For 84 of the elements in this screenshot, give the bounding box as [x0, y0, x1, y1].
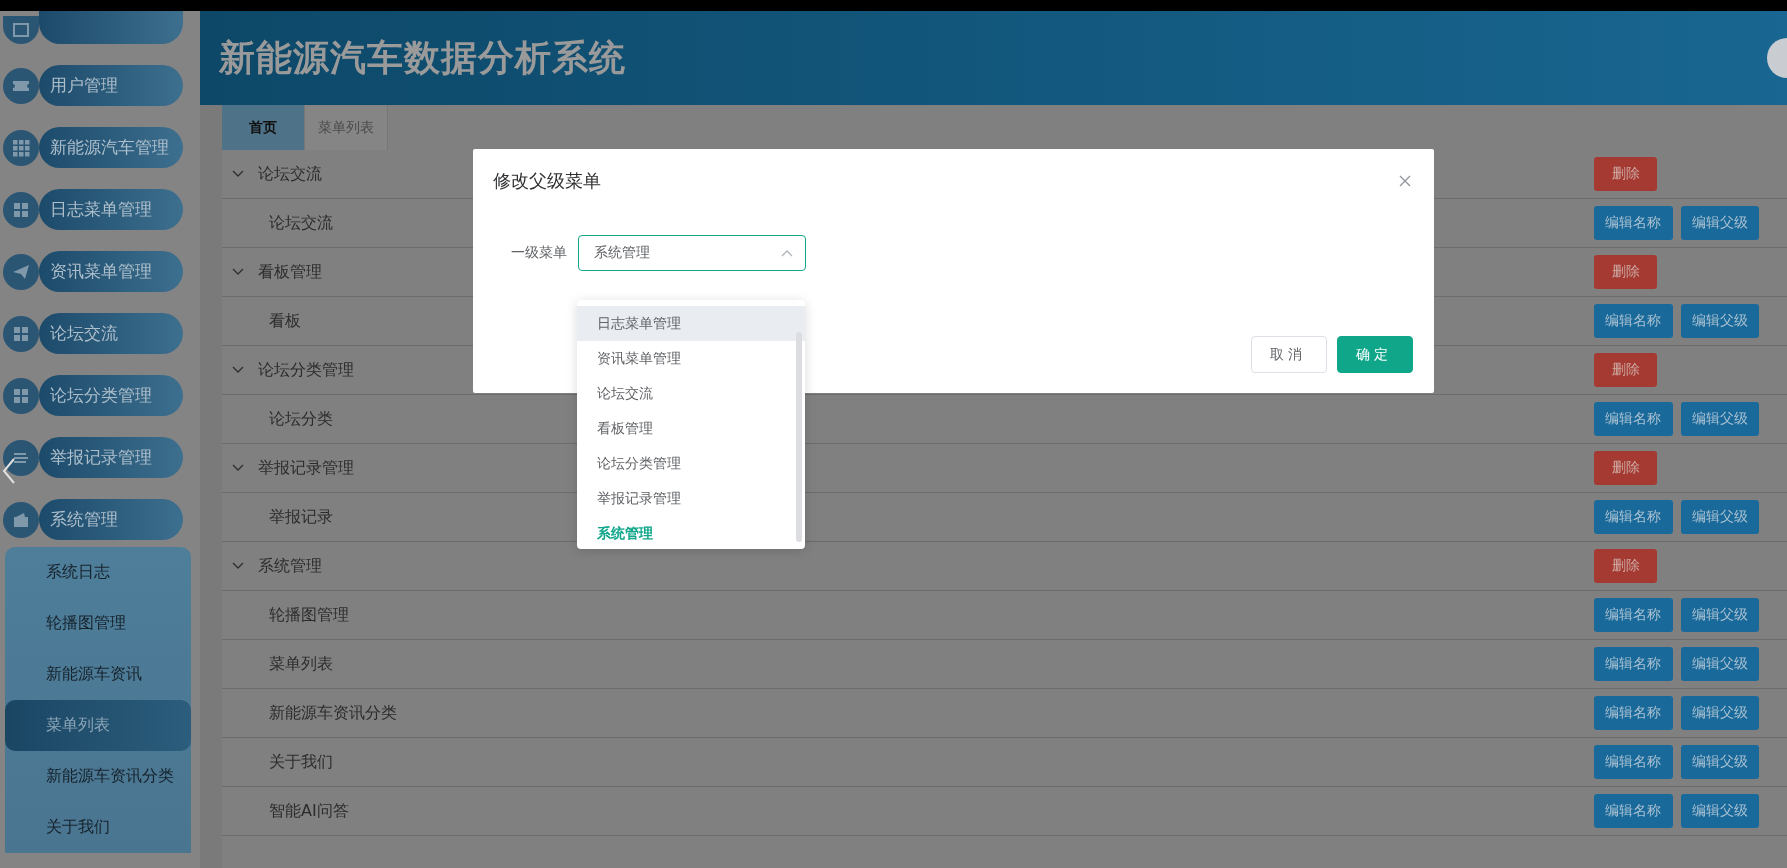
tab[interactable]: 菜单列表 [305, 105, 388, 150]
list-icon [3, 439, 39, 476]
submenu-item[interactable]: 菜单列表 [5, 700, 191, 751]
card-icon [3, 16, 39, 44]
table-cell: 论坛分类管理 [258, 359, 354, 381]
table-cell: 轮播图管理 [269, 604, 349, 626]
sidebar-item[interactable]: 论坛分类管理 [39, 375, 183, 416]
sidebar-item[interactable] [39, 11, 183, 44]
dropdown-option[interactable]: 系统管理 [577, 516, 805, 551]
confirm-button[interactable]: 确定 [1337, 336, 1413, 373]
grid-icon [3, 315, 39, 352]
edit-button[interactable]: 编辑名称 [1594, 696, 1673, 730]
edit-button[interactable]: 编辑父级 [1680, 500, 1759, 534]
submenu-item[interactable]: 新能源车资讯 [5, 649, 191, 700]
table-cell: 举报记录管理 [258, 457, 354, 479]
chevron-down-icon[interactable] [232, 268, 244, 276]
sidebar-item[interactable]: 系统管理 [39, 499, 183, 540]
dialog-title: 修改父级菜单 [493, 169, 601, 193]
table-cell: 论坛分类 [269, 408, 333, 430]
table-cell: 看板管理 [258, 261, 322, 283]
delete-button[interactable]: 删除 [1594, 157, 1657, 191]
delete-button[interactable]: 删除 [1594, 255, 1657, 289]
edit-button[interactable]: 编辑名称 [1594, 206, 1673, 240]
dropdown-option[interactable]: 看板管理 [577, 411, 805, 446]
cancel-button[interactable]: 取消 [1251, 336, 1327, 373]
grid-icon [3, 129, 39, 166]
edit-button[interactable]: 编辑名称 [1594, 304, 1673, 338]
chevron-down-icon[interactable] [232, 464, 244, 472]
submenu-item[interactable]: 新能源车资讯分类 [5, 751, 191, 802]
paper-plane-icon [3, 253, 39, 290]
delete-button[interactable]: 删除 [1594, 549, 1657, 583]
close-icon[interactable] [1399, 175, 1411, 187]
ticket-icon [3, 67, 39, 104]
submenu-item[interactable]: 关于我们 [5, 802, 191, 853]
edit-button[interactable]: 编辑父级 [1680, 647, 1759, 681]
sidebar-item[interactable]: 用户管理 [39, 65, 183, 106]
table-cell: 系统管理 [258, 555, 322, 577]
submenu-item[interactable]: 系统日志 [5, 547, 191, 598]
delete-button[interactable]: 删除 [1594, 353, 1657, 387]
edit-button[interactable]: 编辑父级 [1680, 402, 1759, 436]
edit-button[interactable]: 编辑父级 [1680, 598, 1759, 632]
edit-button[interactable]: 编辑名称 [1594, 647, 1673, 681]
dropdown-option[interactable]: 论坛交流 [577, 376, 805, 411]
edit-button[interactable]: 编辑名称 [1594, 402, 1673, 436]
dropdown-option[interactable]: 资讯菜单管理 [577, 341, 805, 376]
grid-icon [3, 377, 39, 414]
tab[interactable]: 首页 [222, 105, 305, 150]
table-cell: 举报记录 [269, 506, 333, 528]
table-cell: 新能源车资讯分类 [269, 702, 397, 724]
dropdown-option[interactable]: 日志菜单管理 [577, 306, 805, 341]
table-cell: 论坛交流 [258, 163, 322, 185]
sidebar-item[interactable]: 举报记录管理 [39, 437, 183, 478]
sidebar-item[interactable]: 论坛交流 [39, 313, 183, 354]
grid-icon [3, 191, 39, 228]
sidebar-item[interactable]: 日志菜单管理 [39, 189, 183, 230]
dropdown-option[interactable]: 举报记录管理 [577, 481, 805, 516]
dropdown-option[interactable]: 论坛分类管理 [577, 446, 805, 481]
table-cell: 关于我们 [269, 751, 333, 773]
chevron-down-icon[interactable] [232, 562, 244, 570]
submenu-item[interactable]: 轮播图管理 [5, 598, 191, 649]
edit-button[interactable]: 编辑父级 [1680, 206, 1759, 240]
table-cell: 智能AI问答 [269, 800, 349, 822]
edit-button[interactable]: 编辑名称 [1594, 598, 1673, 632]
select-field[interactable]: 系统管理 [578, 235, 806, 271]
field-label: 一级菜单 [511, 244, 567, 262]
edit-button[interactable]: 编辑父级 [1680, 696, 1759, 730]
scrollbar[interactable] [796, 332, 802, 542]
app-title: 新能源汽车数据分析系统 [219, 35, 626, 80]
chevron-down-icon[interactable] [232, 366, 244, 374]
sidebar-item[interactable]: 新能源汽车管理 [39, 127, 183, 168]
edit-button[interactable]: 编辑名称 [1594, 745, 1673, 779]
edit-button[interactable]: 编辑名称 [1594, 500, 1673, 534]
edit-button[interactable]: 编辑父级 [1680, 794, 1759, 828]
delete-button[interactable]: 删除 [1594, 451, 1657, 485]
edit-button[interactable]: 编辑父级 [1680, 745, 1759, 779]
table-cell: 论坛交流 [269, 212, 333, 234]
edit-button[interactable]: 编辑名称 [1594, 794, 1673, 828]
edit-button[interactable]: 编辑父级 [1680, 304, 1759, 338]
chevron-left-icon[interactable] [2, 458, 16, 484]
wallet-icon [3, 501, 39, 538]
sidebar-item[interactable]: 资讯菜单管理 [39, 251, 183, 292]
chevron-down-icon[interactable] [232, 170, 244, 178]
table-cell: 菜单列表 [269, 653, 333, 675]
table-cell: 看板 [269, 310, 301, 332]
